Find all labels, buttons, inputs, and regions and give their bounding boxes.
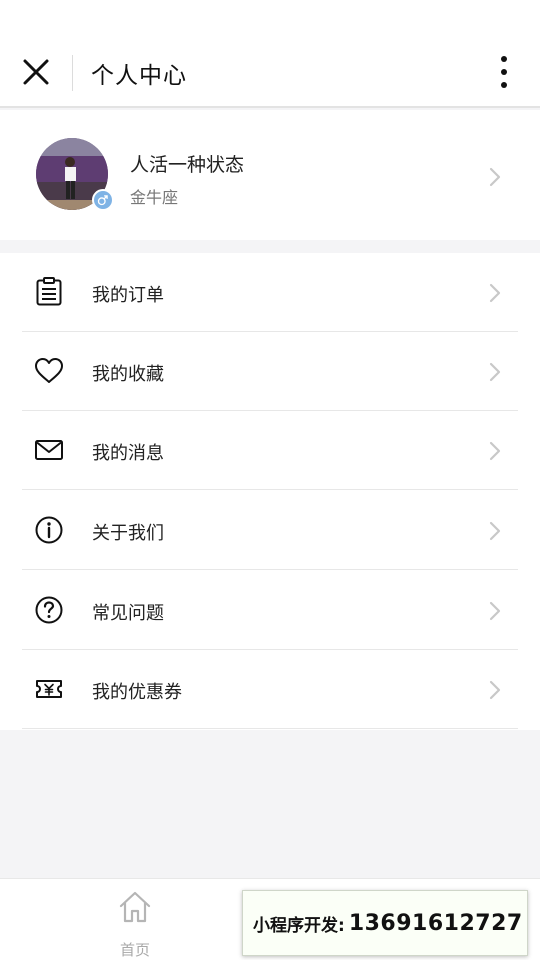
- profile-zodiac: 金牛座: [130, 188, 179, 207]
- page-title: 个人中心: [91, 63, 187, 89]
- menu-label: 我的订单: [92, 285, 164, 306]
- chevron-right-icon: [489, 362, 501, 382]
- menu-label: 我的消息: [92, 443, 164, 464]
- chevron-right-icon: [489, 283, 501, 303]
- chevron-right-icon: [489, 680, 501, 700]
- home-icon: [119, 891, 151, 923]
- promo-label: 小程序开发:: [253, 915, 345, 936]
- menu-item-messages[interactable]: 我的消息: [0, 411, 540, 490]
- divider: [22, 569, 518, 570]
- divider: [22, 489, 518, 490]
- chevron-right-icon: [489, 521, 501, 541]
- menu-item-coupons[interactable]: 我的优惠券: [0, 650, 540, 729]
- more-vertical-icon[interactable]: [490, 54, 518, 90]
- coupon-icon: [36, 680, 62, 698]
- menu-item-faq[interactable]: 常见问题: [0, 571, 540, 650]
- tab-home-label: 首页: [119, 941, 150, 959]
- close-icon[interactable]: [18, 54, 54, 90]
- profile-name: 人活一种状态: [130, 154, 245, 176]
- menu-label: 我的收藏: [92, 364, 164, 385]
- chevron-right-icon: [489, 167, 501, 187]
- info-icon: [35, 516, 63, 544]
- top-nav-bar: 个人中心: [0, 0, 540, 108]
- promo-banner[interactable]: 小程序开发: 13691612727: [242, 890, 528, 956]
- chevron-right-icon: [489, 601, 501, 621]
- heart-icon: [35, 358, 63, 383]
- menu-label: 关于我们: [92, 523, 164, 544]
- envelope-icon: [35, 440, 63, 460]
- menu-item-orders[interactable]: 我的订单: [0, 253, 540, 332]
- male-symbol-icon: [92, 189, 114, 211]
- tab-home[interactable]: 首页: [100, 887, 170, 959]
- menu-label: 我的优惠券: [92, 682, 182, 703]
- menu-label: 常见问题: [92, 603, 164, 624]
- profile-card[interactable]: 人活一种状态 金牛座: [0, 110, 540, 240]
- menu-list: 我的订单 我的收藏 我的消息 关于我们 常见问题 我的优惠券: [0, 253, 540, 730]
- profile-page: 个人中心 人活一种状态 金牛座 我的订单 我的收藏 我的消息 关于我们 常见问题…: [0, 0, 540, 960]
- divider: [22, 728, 518, 729]
- question-icon: [35, 596, 63, 624]
- promo-phone: 13691612727: [348, 910, 523, 936]
- chevron-right-icon: [489, 441, 501, 461]
- clipboard-icon: [36, 277, 62, 306]
- menu-item-about-us[interactable]: 关于我们: [0, 491, 540, 570]
- menu-item-favorites[interactable]: 我的收藏: [0, 332, 540, 411]
- nav-divider: [72, 55, 73, 91]
